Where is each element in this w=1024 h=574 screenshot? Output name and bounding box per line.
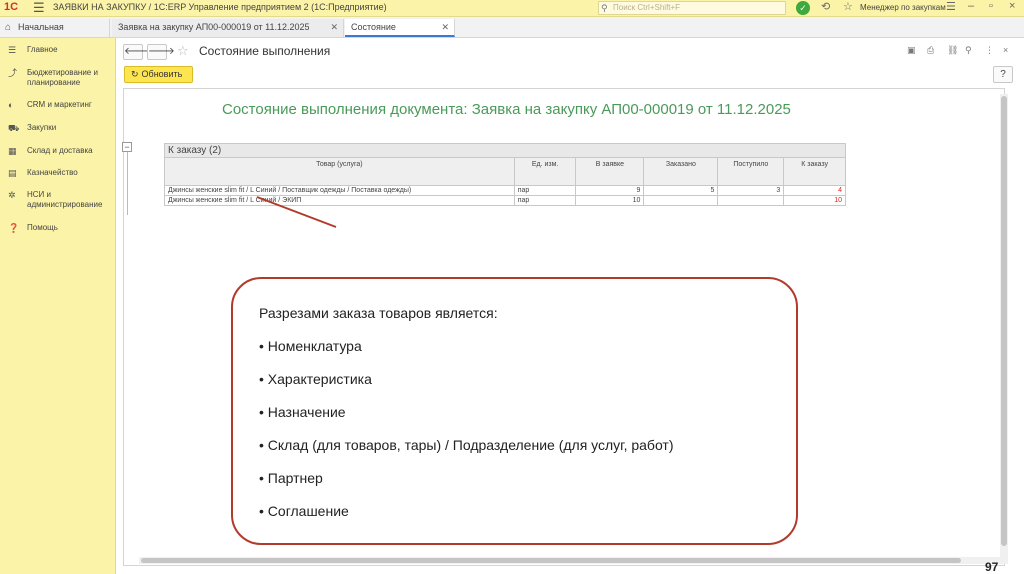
sidebar-item-label: Помощь — [27, 223, 58, 232]
cell-ordered — [643, 195, 719, 206]
minimize-icon[interactable]: – — [968, 0, 974, 12]
maximize-icon[interactable]: ▫ — [989, 0, 993, 12]
forward-button[interactable]: 🡒 — [147, 44, 175, 60]
settings-menu-icon[interactable]: ☰ — [946, 0, 956, 13]
app-logo: 1С — [4, 1, 19, 13]
window-title: ЗАЯВКИ НА ЗАКУПКУ / 1С:ERP Управление пр… — [53, 2, 387, 12]
tab-execution-status[interactable]: Состояние выполнения ✕ — [345, 19, 455, 49]
cell-received: 3 — [717, 185, 785, 196]
callout-heading: Разрезами заказа товаров является: — [259, 305, 498, 321]
refresh-button[interactable]: ↻ Обновить — [124, 66, 193, 83]
favorite-star-icon[interactable]: ☆ — [177, 43, 189, 59]
cell-in-request: 9 — [575, 185, 645, 196]
callout-item: • Характеристика — [259, 371, 372, 387]
treasury-icon: ▤ — [8, 168, 17, 178]
cart-icon: ⛟ — [8, 123, 20, 133]
column-header: В заявке — [575, 157, 645, 186]
callout-item: • Номенклатура — [259, 338, 362, 354]
sidebar-item-label: CRM и маркетинг — [27, 100, 92, 109]
callout-item: • Соглашение — [259, 503, 349, 519]
search-icon: ⚲ — [601, 3, 608, 13]
sidebar-item-main[interactable]: ☰ Главное — [0, 45, 116, 55]
print-icon[interactable]: ▣ — [907, 45, 916, 56]
home-icon: ⌂ — [5, 22, 12, 33]
back-button[interactable]: 🡐 — [123, 44, 151, 60]
cell-unit: пар — [513, 185, 577, 196]
sidebar-item-label: НСИ и администрирование — [27, 190, 103, 209]
sidebar: ☰ Главное ⤴ Бюджетирование и планировани… — [0, 38, 116, 574]
cell-ordered: 5 — [643, 185, 719, 196]
close-tab-icon[interactable]: ✕ — [441, 19, 449, 36]
column-header: Ед. изм. — [513, 157, 577, 186]
cell-to-order: 4 — [783, 185, 846, 196]
search-input[interactable]: ⚲ Поиск Ctrl+Shift+F — [598, 1, 786, 15]
sidebar-item-treasury[interactable]: ▤ Казначейство — [0, 168, 116, 178]
sidebar-item-label: Бюджетирование и планирование — [27, 68, 98, 87]
sidebar-item-label: Казначейство — [27, 168, 78, 177]
chart-icon: ⤴ — [8, 68, 18, 78]
link-icon[interactable]: ⛓ — [947, 45, 958, 56]
callout-box: Разрезами заказа товаров является: • Ном… — [231, 277, 798, 545]
close-form-icon[interactable]: × — [1003, 45, 1008, 55]
callout-pointer — [256, 196, 337, 228]
sidebar-item-warehouse[interactable]: ▦ Склад и доставка — [0, 146, 116, 156]
refresh-icon: ↻ — [131, 69, 139, 79]
callout-item: • Склад (для товаров, тары) / Подразделе… — [259, 437, 674, 453]
scroll-thumb[interactable] — [141, 558, 961, 563]
menu-icon: ☰ — [8, 45, 17, 55]
close-tab-icon[interactable]: ✕ — [330, 19, 338, 36]
search-report-icon[interactable]: ⚲ — [965, 45, 972, 56]
page-title: Состояние выполнения — [199, 44, 331, 58]
history-icon[interactable]: ⟲ — [821, 0, 830, 13]
sidebar-item-admin[interactable]: ✲ НСИ и администрирование — [0, 190, 110, 210]
sidebar-item-label: Склад и доставка — [27, 146, 93, 155]
sidebar-item-purchases[interactable]: ⛟ Закупки — [0, 123, 116, 133]
sidebar-item-help[interactable]: ❓ Помощь — [0, 223, 116, 233]
favorites-icon[interactable]: ☆ — [843, 0, 853, 13]
cell-in-request: 10 — [575, 195, 645, 206]
save-icon[interactable]: ⎙ — [927, 45, 934, 56]
main-content: 🡐 🡒 ☆ Состояние выполнения ▣ ⎙ ⛓ ⚲ ⋮ × ↻… — [117, 38, 1024, 574]
tab-bar: ⌂ Начальная страница Заявка на закупку А… — [0, 17, 1024, 49]
horizontal-scrollbar[interactable] — [139, 557, 1001, 564]
warehouse-icon: ▦ — [8, 146, 17, 156]
help-icon: ❓ — [8, 223, 20, 233]
tab-purchase-request[interactable]: Заявка на закупку АП00-000019 от 11.12.2… — [112, 19, 344, 49]
column-header: К заказу — [783, 157, 846, 186]
sidebar-item-label: Закупки — [27, 123, 57, 132]
close-window-icon[interactable]: × — [1009, 0, 1015, 12]
column-header: Поступило — [717, 157, 785, 186]
sidebar-item-label: Главное — [27, 45, 58, 54]
cell-unit: пар — [513, 195, 577, 206]
callout-item: • Партнер — [259, 470, 323, 486]
sidebar-item-budgeting[interactable]: ⤴ Бюджетирование и планирование — [0, 68, 116, 88]
crm-icon: ◐ — [8, 100, 14, 110]
callout-item: • Назначение — [259, 404, 346, 420]
gear-icon: ✲ — [8, 190, 16, 200]
refresh-label: Обновить — [141, 69, 183, 79]
more-icon[interactable]: ⋮ — [985, 45, 994, 56]
column-header: Заказано — [643, 157, 719, 186]
vertical-scrollbar[interactable] — [1000, 94, 1008, 564]
tab-home[interactable]: ⌂ Начальная страница — [0, 19, 110, 49]
slide-page-number: 97 — [985, 560, 999, 574]
cell-received — [717, 195, 785, 206]
search-placeholder: Поиск Ctrl+Shift+F — [613, 3, 681, 12]
sidebar-item-crm[interactable]: ◐ CRM и маркетинг — [0, 100, 116, 110]
report-area: Состояние выполнения документа: Заявка н… — [122, 88, 1005, 566]
notifications-icon[interactable]: ✓ — [796, 1, 810, 15]
user-name[interactable]: Менеджер по закупкам — [860, 3, 946, 12]
help-button[interactable]: ? — [993, 66, 1013, 83]
main-menu-icon[interactable]: ☰ — [33, 0, 45, 16]
cell-to-order: 10 — [783, 195, 846, 206]
scroll-thumb[interactable] — [1001, 96, 1007, 546]
title-bar: 1С ☰ ЗАЯВКИ НА ЗАКУПКУ / 1С:ERP Управлен… — [0, 0, 1024, 17]
